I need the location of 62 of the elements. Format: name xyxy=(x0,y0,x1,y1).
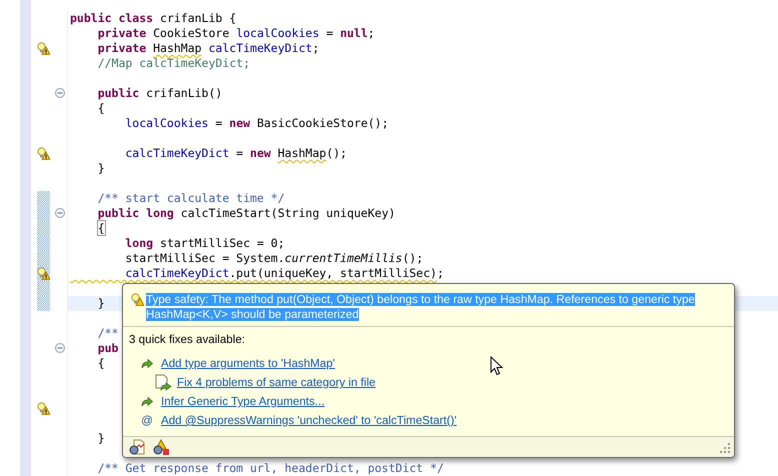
collapse-icon[interactable] xyxy=(55,88,65,98)
code-token: new xyxy=(229,116,250,130)
code-token: public xyxy=(96,86,140,100)
code-token: calcTimeKeyDict xyxy=(207,41,312,55)
mouse-pointer-icon xyxy=(490,356,503,376)
configure-severity-icon[interactable] xyxy=(129,439,145,455)
document-arrow-icon xyxy=(155,374,173,392)
code-token: /** start calculate time */ xyxy=(96,191,285,205)
warning-bulb-icon xyxy=(131,293,144,306)
at-sign-icon: @ xyxy=(141,414,153,427)
code-token: /** xyxy=(96,326,118,340)
code-token: { xyxy=(96,101,105,115)
code-token: startMilliSec = 0; xyxy=(159,236,285,250)
code-token: } xyxy=(96,296,105,310)
code-token: = xyxy=(235,146,244,160)
code-token: //Map calcTimeKeyDict; xyxy=(96,56,250,70)
code-token: pub xyxy=(96,341,118,355)
code-token: ; xyxy=(368,26,375,40)
arrow-icon xyxy=(141,358,153,368)
code-token: calcTimeKeyDict xyxy=(124,266,230,280)
code-token: /** Get response from url, headerDict, postDict */ xyxy=(96,461,444,475)
code-token: (); xyxy=(326,146,347,160)
code-token: { xyxy=(96,356,105,370)
code-token: ; xyxy=(312,41,320,55)
problem-description: Type safety: The method put(Object, Object) belongs to the raw type HashMap. References to generic type HashMap<K,V> should be parameterized xyxy=(146,292,696,322)
warning-settings-icon[interactable] xyxy=(153,439,169,455)
code-token: HashMap xyxy=(278,146,326,160)
quick-fix-link[interactable]: Infer Generic Type Arguments... xyxy=(161,395,324,408)
code-token: private xyxy=(96,26,146,40)
code-token: currentTimeMillis xyxy=(284,251,402,265)
code-token: new xyxy=(250,146,272,160)
collapse-icon[interactable] xyxy=(55,343,65,353)
quick-fix-link[interactable]: Fix 4 problems of same category in file xyxy=(177,376,376,389)
code-token: public class xyxy=(70,11,154,25)
code-token: ; xyxy=(436,266,444,280)
code-token: localCookies xyxy=(124,116,208,130)
code-token: (); xyxy=(402,251,424,265)
quick-fix-link[interactable]: Add type arguments to 'HashMap' xyxy=(161,357,335,370)
code-token: long xyxy=(124,236,154,250)
code-token: crifanLib() xyxy=(145,86,222,100)
code-token: localCookies xyxy=(236,26,320,40)
quick-fix-link[interactable]: Add @SuppressWarnings 'unchecked' to 'calcTimeStart()' xyxy=(161,414,457,427)
code-token: = xyxy=(325,26,334,40)
code-token: public long xyxy=(96,206,174,220)
arrow-icon xyxy=(141,396,153,406)
code-token: CookieStore xyxy=(152,26,230,40)
code-token: } xyxy=(96,431,105,445)
code-token: = xyxy=(214,116,224,130)
code-token: .put(uniqueKey, startMilliSec) xyxy=(229,266,437,280)
code-token: crifanLib { xyxy=(159,11,236,25)
code-token: } xyxy=(96,161,105,175)
code-token: private xyxy=(96,41,148,55)
code-token: HashMap xyxy=(153,41,202,55)
resize-grip-icon[interactable] xyxy=(720,443,730,453)
code-token: startMilliSec = System. xyxy=(124,251,285,265)
code-token: BasicCookieStore(); xyxy=(256,116,389,130)
code-token: calcTimeKeyDict xyxy=(124,146,230,160)
collapse-icon[interactable] xyxy=(55,208,65,218)
code-token: { xyxy=(96,221,105,235)
quick-fix-heading: 3 quick fixes available: xyxy=(129,333,246,346)
code-token: calcTimeStart(String uniqueKey) xyxy=(180,206,396,220)
code-token: null xyxy=(340,26,368,40)
